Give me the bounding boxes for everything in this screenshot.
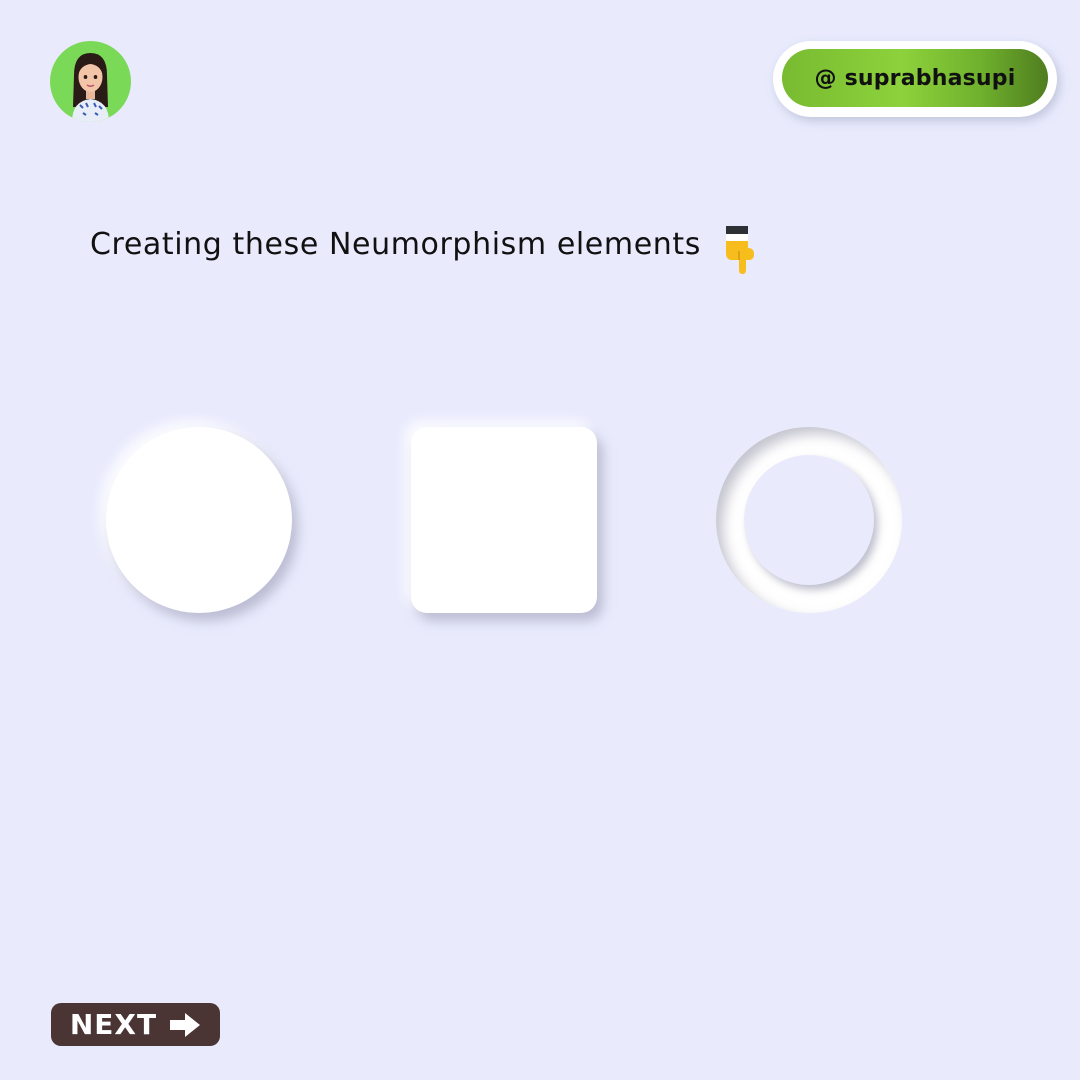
right-arrow-icon: [170, 1012, 201, 1037]
handle-badge[interactable]: @ suprabhasupi: [773, 41, 1057, 117]
neumorphic-ring: [716, 427, 902, 613]
next-button[interactable]: NEXT: [51, 1003, 220, 1046]
next-label: NEXT: [69, 1008, 158, 1041]
neumorphic-ring-hole: [744, 455, 874, 585]
avatar: [50, 41, 131, 122]
avatar-icon: [72, 53, 109, 122]
headline-text: Creating these Neumorphism elements: [90, 226, 701, 262]
neumorphic-square: [411, 427, 597, 613]
handle-label: @ suprabhasupi: [782, 49, 1048, 107]
headline: Creating these Neumorphism elements: [90, 214, 759, 274]
neumorphic-circle: [106, 427, 292, 613]
pointing-down-hand-icon: [725, 226, 754, 274]
